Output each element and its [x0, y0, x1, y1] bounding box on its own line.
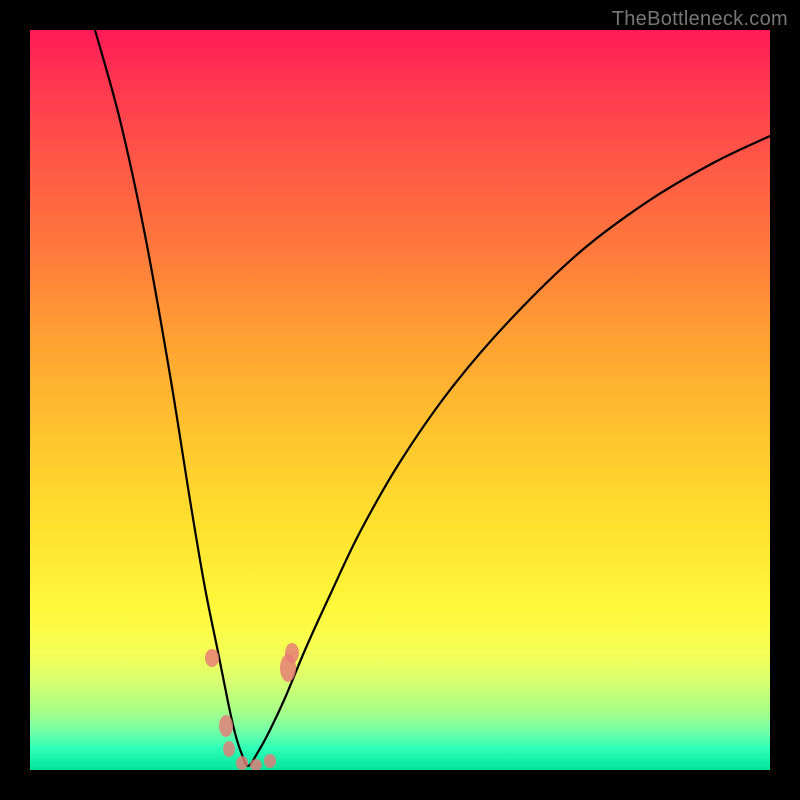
data-marker	[236, 756, 248, 770]
watermark-text: TheBottleneck.com	[612, 8, 788, 31]
chart-svg	[30, 30, 770, 770]
data-marker	[264, 754, 276, 768]
data-marker	[205, 649, 219, 667]
chart-frame	[30, 30, 770, 770]
data-marker	[223, 741, 235, 757]
data-marker	[285, 643, 299, 663]
data-marker	[219, 715, 233, 737]
bottleneck-curve	[95, 30, 770, 766]
